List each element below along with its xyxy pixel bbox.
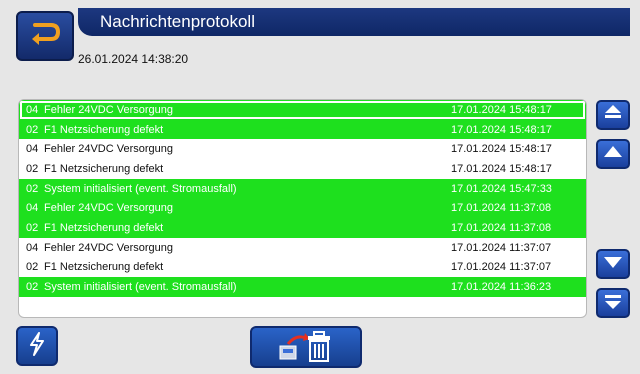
message-row[interactable]: 02 System initialisiert (event. Stromausf… [19,178,586,199]
message-timestamp: 17.01.2024 15:48:17 [451,162,552,175]
message-code: 04 [26,143,39,156]
message-text: Fehler 24VDC Versorgung [44,202,174,215]
message-row[interactable]: 02 F1 Netzsicherung defekt 17.01.2024 11:3… [19,257,586,278]
up-arrow-icon [602,142,624,167]
double-up-arrow-icon [602,103,624,128]
message-row[interactable]: 02 System initialisiert (event. Stromausf… [19,277,586,297]
message-row[interactable]: 02 F1 Netzsicherung defekt 17.01.2024 11:3… [19,218,586,238]
message-row[interactable]: 04 Fehler 24VDC Versorgung 17.01.2024 15:4… [19,139,586,160]
message-text: F1 Netzsicherung defekt [44,261,164,274]
message-row[interactable]: 04 Fehler 24VDC Versorgung 17.01.2024 15:4… [19,100,586,120]
current-datetime: 26.01.2024 14:38:20 [78,52,189,66]
message-timestamp: 17.01.2024 11:36:23 [451,281,552,294]
message-code: 02 [26,182,39,195]
message-code: 04 [26,103,39,116]
message-row[interactable]: 04 Fehler 24VDC Versorgung 17.01.2024 11:3… [19,237,586,258]
back-button[interactable] [16,11,74,61]
message-text: F1 Netzsicherung defekt [44,123,164,136]
return-arrow-icon [27,19,63,54]
message-text: System initialisiert (event. Stromausfal… [44,182,237,195]
scroll-top-button[interactable] [596,100,630,130]
alarm-button[interactable] [16,326,58,366]
message-code: 02 [26,162,39,175]
message-code: 04 [26,202,39,215]
scroll-bottom-button[interactable] [596,288,630,318]
message-timestamp: 17.01.2024 11:37:07 [451,261,552,274]
message-code: 04 [26,241,39,254]
message-row[interactable]: 02 F1 Netzsicherung defekt 17.01.2024 15:4… [19,119,586,140]
message-text: F1 Netzsicherung defekt [44,162,164,175]
lightning-icon [27,331,47,361]
message-timestamp: 17.01.2024 15:48:17 [451,123,552,136]
message-text: Fehler 24VDC Versorgung [44,241,174,254]
message-code: 02 [26,281,39,294]
page-title: Nachrichtenprotokoll [100,12,255,31]
message-code: 02 [26,123,39,136]
message-text: System initialisiert (event. Stromausfal… [44,281,237,294]
message-log-list[interactable]: 04 Fehler 24VDC Versorgung 17.01.2024 15:4… [18,99,587,318]
message-timestamp: 17.01.2024 15:48:17 [451,103,552,116]
message-code: 02 [26,261,39,274]
message-row[interactable]: 04 Fehler 24VDC Versorgung 17.01.2024 11:3… [19,198,586,219]
title-bar: Nachrichtenprotokoll [78,8,630,36]
message-row[interactable]: 02 F1 Netzsicherung defekt 17.01.2024 15:4… [19,159,586,179]
message-timestamp: 17.01.2024 11:37:07 [451,241,552,254]
message-timestamp: 17.01.2024 15:47:33 [451,182,552,195]
clear-log-button[interactable] [250,326,362,368]
down-arrow-icon [602,252,624,277]
message-text: F1 Netzsicherung defekt [44,221,164,234]
message-timestamp: 17.01.2024 15:48:17 [451,143,552,156]
message-timestamp: 17.01.2024 11:37:08 [451,221,552,234]
scroll-down-button[interactable] [596,249,630,279]
message-timestamp: 17.01.2024 11:37:08 [451,202,552,215]
message-text: Fehler 24VDC Versorgung [44,103,174,116]
scroll-up-button[interactable] [596,139,630,169]
message-code: 02 [26,221,39,234]
double-down-arrow-icon [602,291,624,316]
clear-log-trash-icon [274,326,338,369]
message-text: Fehler 24VDC Versorgung [44,143,174,156]
